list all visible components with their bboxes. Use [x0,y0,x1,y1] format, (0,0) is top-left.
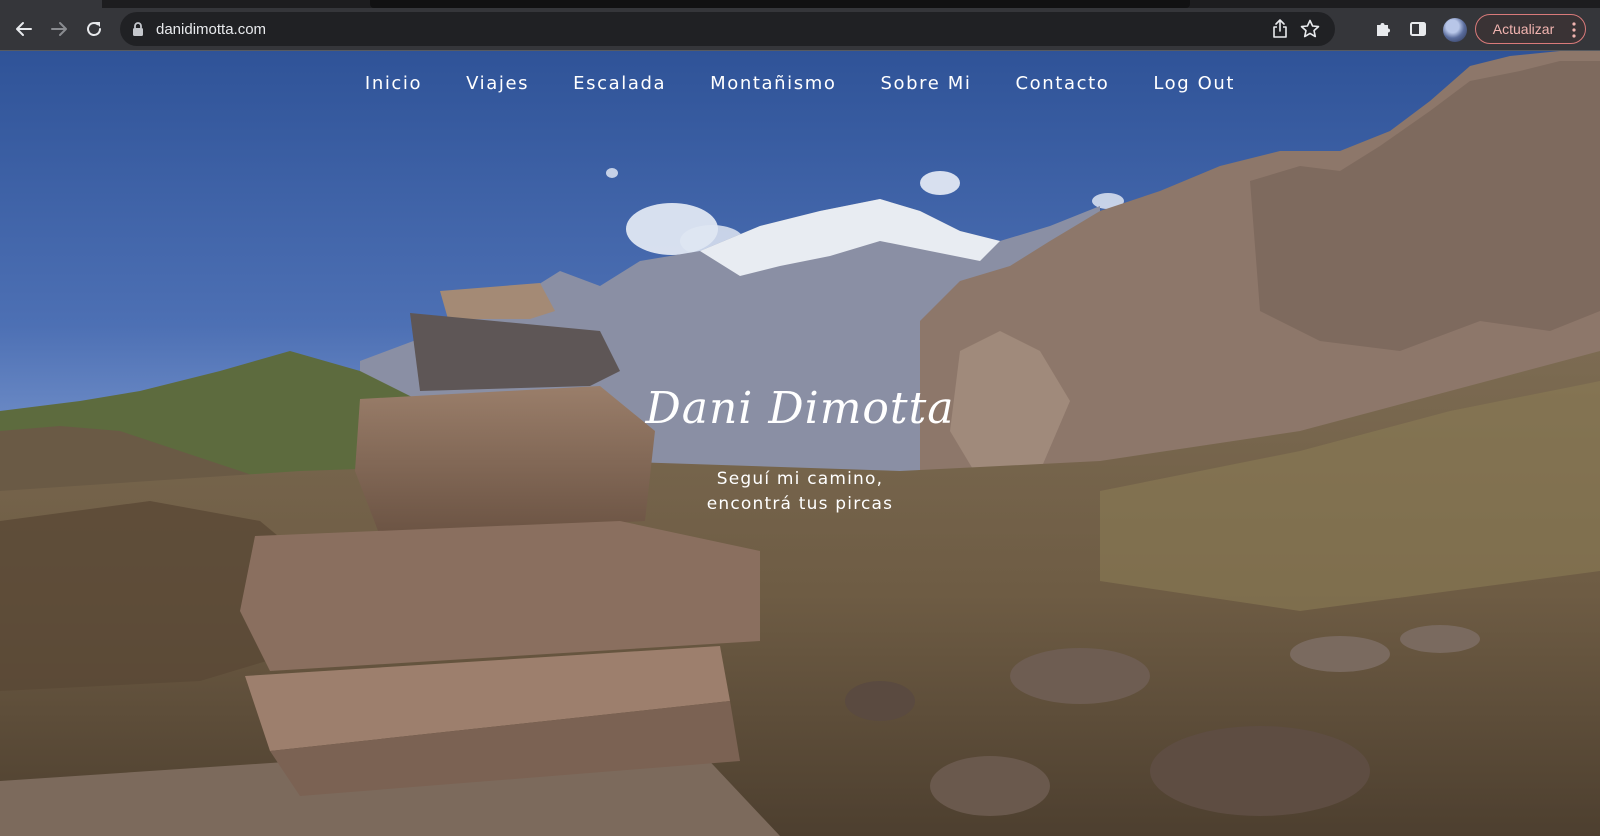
arrow-left-icon [16,22,32,36]
site-tagline: Seguí mi camino, encontrá tus pircas [0,467,1600,517]
update-button-label: Actualizar [1492,21,1555,37]
nav-link-montanismo[interactable]: Montañismo [688,73,858,94]
site-nav: Inicio Viajes Escalada Montañismo Sobre … [0,73,1600,94]
address-bar[interactable]: danidimotta.com [120,12,1335,46]
reload-button[interactable] [78,13,110,45]
share-icon[interactable] [1271,18,1289,40]
update-button[interactable]: Actualizar [1475,14,1586,44]
hero-background-photo [0,51,1600,836]
kebab-menu-icon [1572,22,1576,38]
url-text[interactable]: danidimotta.com [156,21,266,38]
side-panel-icon [1410,22,1426,36]
forward-button[interactable] [43,13,75,45]
tab-row[interactable] [370,0,1190,8]
nav-link-inicio[interactable]: Inicio [343,73,444,94]
back-button[interactable] [8,13,40,45]
site-title: Dani Dimotta [645,383,955,434]
browser-toolbar: danidimotta.com Actualizar [0,8,1600,50]
reload-icon [87,22,101,36]
profile-avatar[interactable] [1443,18,1467,42]
star-icon[interactable] [1299,18,1321,40]
side-panel-button[interactable] [1402,13,1434,45]
hero-section: Inicio Viajes Escalada Montañismo Sobre … [0,51,1600,836]
extensions-button[interactable] [1367,13,1399,45]
nav-link-contacto[interactable]: Contacto [994,73,1132,94]
tab-strip [0,0,1600,8]
arrow-right-icon [51,22,67,36]
tagline-line-2: encontrá tus pircas [706,494,894,514]
active-tab[interactable] [0,0,102,8]
puzzle-icon [1377,23,1390,36]
tagline-line-1: Seguí mi camino, [716,469,884,489]
nav-link-escalada[interactable]: Escalada [551,73,688,94]
nav-link-viajes[interactable]: Viajes [444,73,551,94]
nav-link-log-out[interactable]: Log Out [1131,73,1257,94]
nav-link-sobre-mi[interactable]: Sobre Mi [859,73,994,94]
lock-icon [133,22,143,36]
